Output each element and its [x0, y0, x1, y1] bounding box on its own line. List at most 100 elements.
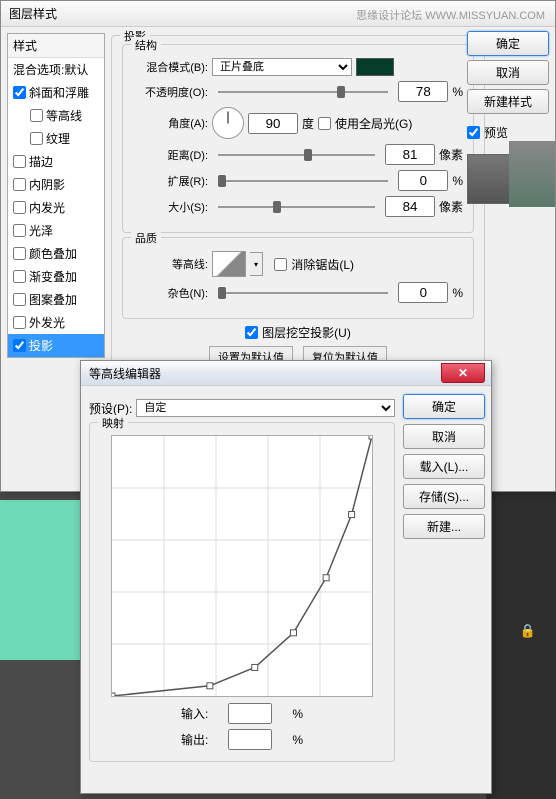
noise-slider[interactable]	[218, 284, 388, 302]
style-item-4[interactable]: 内阴影	[8, 173, 104, 196]
distance-slider[interactable]	[218, 146, 375, 164]
preview-checkbox[interactable]	[467, 126, 480, 139]
style-checkbox[interactable]	[30, 109, 43, 122]
style-item-2[interactable]: 纹理	[8, 127, 104, 150]
contour-ok-button[interactable]: 确定	[403, 394, 485, 419]
distance-label: 距离(D):	[133, 147, 208, 163]
spread-input[interactable]	[398, 170, 448, 191]
size-slider[interactable]	[218, 198, 375, 216]
cancel-button[interactable]: 取消	[467, 60, 549, 85]
opacity-input[interactable]	[398, 81, 448, 102]
contour-label: 等高线:	[133, 256, 208, 272]
style-checkbox[interactable]	[13, 178, 26, 191]
style-item-6[interactable]: 光泽	[8, 219, 104, 242]
contour-new-button[interactable]: 新建...	[403, 514, 485, 539]
preset-label: 预设(P):	[89, 400, 132, 417]
watermark-text: 思缘设计论坛 WWW.MISSYUAN.COM	[356, 7, 545, 23]
style-checkbox[interactable]	[13, 270, 26, 283]
contour-load-button[interactable]: 载入(L)...	[403, 454, 485, 479]
style-checkbox[interactable]	[13, 201, 26, 214]
style-item-9[interactable]: 图案叠加	[8, 288, 104, 311]
noise-unit: %	[452, 286, 463, 300]
new-style-button[interactable]: 新建样式	[467, 89, 549, 114]
size-input[interactable]	[385, 196, 435, 217]
ok-button[interactable]: 确定	[467, 31, 549, 56]
knockout-checkbox[interactable]	[245, 326, 258, 339]
style-label: 斜面和浮雕	[29, 84, 89, 101]
spread-label: 扩展(R):	[133, 173, 208, 189]
style-label: 颜色叠加	[29, 245, 77, 262]
style-checkbox[interactable]	[13, 339, 26, 352]
layer-style-titlebar[interactable]: 图层样式 思缘设计论坛 WWW.MISSYUAN.COM	[1, 1, 555, 27]
opacity-label: 不透明度(O):	[133, 84, 208, 100]
style-label: 图案叠加	[29, 291, 77, 308]
blend-options-item[interactable]: 混合选项:默认	[8, 58, 104, 81]
style-label: 纹理	[46, 130, 70, 147]
layer-style-title: 图层样式	[9, 7, 57, 21]
style-item-3[interactable]: 描边	[8, 150, 104, 173]
contour-editor-titlebar[interactable]: 等高线编辑器 ✕	[81, 361, 491, 386]
background-green	[0, 500, 90, 660]
size-label: 大小(S):	[133, 199, 208, 215]
opacity-unit: %	[452, 85, 463, 99]
blend-options-label: 混合选项:默认	[13, 61, 88, 78]
style-checkbox[interactable]	[13, 86, 26, 99]
lock-icon: 🔒	[520, 623, 536, 639]
quality-legend: 品质	[131, 230, 161, 246]
input-label: 输入:	[181, 705, 208, 722]
style-label: 等高线	[46, 107, 82, 124]
global-light-label: 使用全局光(G)	[335, 115, 412, 132]
blendmode-select[interactable]: 正片叠底	[212, 58, 352, 76]
global-light-checkbox[interactable]	[318, 117, 331, 130]
style-label: 光泽	[29, 222, 53, 239]
output-label: 输出:	[181, 731, 208, 748]
mapping-legend: 映射	[98, 415, 128, 431]
antialias-checkbox[interactable]	[274, 258, 287, 271]
style-item-5[interactable]: 内发光	[8, 196, 104, 219]
contour-save-button[interactable]: 存储(S)...	[403, 484, 485, 509]
styles-list: 样式 混合选项:默认 斜面和浮雕等高线纹理描边内阴影内发光光泽颜色叠加渐变叠加图…	[7, 33, 105, 358]
preview-label: 预览	[484, 124, 508, 141]
style-label: 描边	[29, 153, 53, 170]
style-checkbox[interactable]	[13, 247, 26, 260]
close-icon[interactable]: ✕	[441, 363, 485, 383]
contour-dropdown[interactable]: ▾	[250, 252, 263, 276]
distance-input[interactable]	[385, 144, 435, 165]
noise-input[interactable]	[398, 282, 448, 303]
contour-thumbnail[interactable]	[212, 251, 246, 277]
curve-output-field[interactable]	[228, 729, 272, 750]
styles-header[interactable]: 样式	[8, 34, 104, 58]
style-checkbox[interactable]	[13, 316, 26, 329]
angle-input[interactable]	[248, 113, 298, 134]
style-item-11[interactable]: 投影	[8, 334, 104, 357]
style-checkbox[interactable]	[30, 132, 43, 145]
preset-select[interactable]: 自定	[136, 399, 395, 417]
style-label: 内阴影	[29, 176, 65, 193]
shadow-color-swatch[interactable]	[356, 58, 394, 76]
contour-editor-window: 等高线编辑器 ✕ 预设(P): 自定 映射 输入: % 输出: % 确定	[80, 360, 492, 794]
style-checkbox[interactable]	[13, 224, 26, 237]
style-checkbox[interactable]	[13, 155, 26, 168]
curve-canvas[interactable]	[111, 435, 373, 697]
antialias-label: 消除锯齿(L)	[291, 256, 354, 273]
contour-editor-title: 等高线编辑器	[89, 365, 161, 382]
style-item-10[interactable]: 外发光	[8, 311, 104, 334]
structure-legend: 结构	[131, 37, 161, 53]
style-item-1[interactable]: 等高线	[8, 104, 104, 127]
drop-shadow-panel: 投影 结构 混合模式(B): 正片叠底 不透明度(O): % 角度(A): 度 …	[111, 31, 485, 383]
spread-slider[interactable]	[218, 172, 388, 190]
style-item-7[interactable]: 颜色叠加	[8, 242, 104, 265]
opacity-slider[interactable]	[218, 83, 388, 101]
knockout-label: 图层挖空投影(U)	[262, 324, 351, 341]
background-dark-panel	[486, 490, 556, 799]
style-checkbox[interactable]	[13, 293, 26, 306]
style-item-8[interactable]: 渐变叠加	[8, 265, 104, 288]
style-label: 内发光	[29, 199, 65, 216]
preview-canvas-strip	[509, 141, 555, 207]
style-label: 外发光	[29, 314, 65, 331]
style-item-0[interactable]: 斜面和浮雕	[8, 81, 104, 104]
curve-input-field[interactable]	[228, 703, 272, 724]
angle-dial[interactable]	[212, 107, 244, 139]
blendmode-label: 混合模式(B):	[133, 59, 208, 75]
contour-cancel-button[interactable]: 取消	[403, 424, 485, 449]
